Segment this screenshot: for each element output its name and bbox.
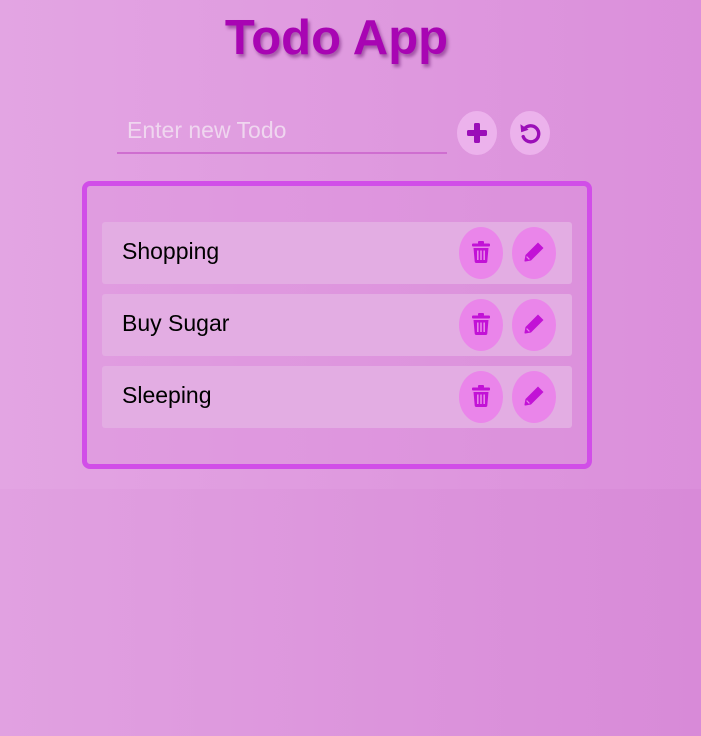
pencil-icon: [523, 313, 545, 338]
todo-text: Sleeping: [122, 382, 212, 408]
pencil-icon: [523, 241, 545, 266]
add-todo-button[interactable]: [457, 111, 497, 155]
todo-text: Buy Sugar: [122, 310, 230, 336]
trash-icon: [472, 240, 490, 266]
trash-icon: [472, 312, 490, 338]
todo-item: Sleeping: [102, 366, 572, 428]
reset-todos-button[interactable]: [510, 111, 550, 155]
rotate-left-icon: [518, 121, 542, 145]
delete-todo-button[interactable]: [459, 227, 503, 279]
todo-item: Buy Sugar: [102, 294, 572, 356]
plus-icon: [466, 122, 488, 144]
new-todo-input[interactable]: [117, 108, 447, 154]
todo-text: Shopping: [122, 238, 220, 264]
todo-list: Shopping Buy Sugar Sleeping: [82, 181, 592, 469]
todo-item: Shopping: [102, 222, 572, 284]
page-title: Todo App: [224, 11, 449, 65]
edit-todo-button[interactable]: [512, 371, 556, 423]
delete-todo-button[interactable]: [459, 299, 503, 351]
pencil-icon: [523, 385, 545, 410]
edit-todo-button[interactable]: [512, 227, 556, 279]
trash-icon: [472, 384, 490, 410]
edit-todo-button[interactable]: [512, 299, 556, 351]
delete-todo-button[interactable]: [459, 371, 503, 423]
new-todo-form: [117, 108, 557, 158]
